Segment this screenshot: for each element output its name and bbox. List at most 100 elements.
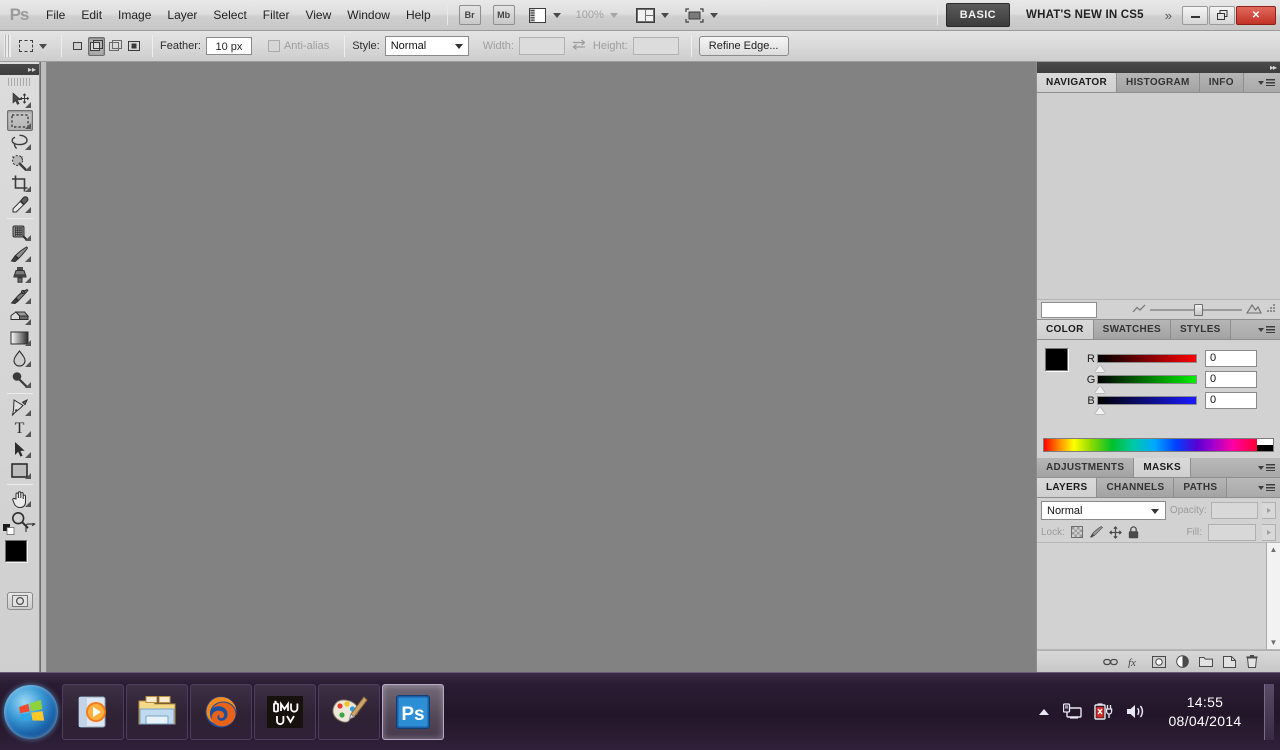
eraser-tool[interactable] [7,306,33,327]
screen-mode-icon[interactable] [684,5,706,25]
screen-mode-chevron-down-icon[interactable] [709,12,718,18]
menu-view[interactable]: View [297,4,339,26]
quick-mask-icon[interactable] [6,592,33,610]
tools-panel-drag-handle[interactable] [7,78,32,86]
link-layers-icon[interactable] [1103,657,1118,667]
clone-stamp-tool[interactable] [7,264,33,285]
canvas-edge-scrollbar[interactable] [41,62,47,672]
color-spectrum-ramp[interactable] [1043,438,1274,452]
tab-histogram[interactable]: HISTOGRAM [1117,73,1200,92]
taskbar-item-imvu[interactable] [254,683,316,740]
zoom-out-icon[interactable] [1132,304,1146,316]
move-tool[interactable] [7,89,33,110]
close-button[interactable]: ✕ [1236,5,1276,25]
scroll-down-arrow-icon[interactable]: ▼ [1270,638,1278,647]
color-panel-menu-button[interactable] [1256,320,1280,339]
document-canvas-area[interactable] [40,62,1036,672]
lock-position-icon[interactable] [1109,525,1122,539]
lock-image-pixels-icon[interactable] [1089,526,1103,538]
layers-scrollbar[interactable]: ▲ ▼ [1266,543,1280,649]
dock-collapse-icon[interactable]: ▸▸ [1037,62,1280,73]
lock-all-icon[interactable] [1128,525,1139,539]
arrange-documents-icon[interactable] [635,5,657,25]
spot-healing-brush-tool[interactable] [7,222,33,243]
menu-edit[interactable]: Edit [73,4,110,26]
rectangle-tool[interactable] [7,460,33,481]
feather-input[interactable]: 10 px [205,37,252,55]
new-selection-mode[interactable] [69,37,86,56]
tool-preset-chevron-down-icon[interactable] [39,43,47,49]
green-slider[interactable] [1095,372,1197,393]
whats-new-button[interactable]: WHAT'S NEW IN CS5 [1014,9,1156,21]
layers-panel-menu-button[interactable] [1256,478,1280,497]
tab-navigator[interactable]: NAVIGATOR [1037,73,1118,92]
zoom-in-icon[interactable] [1246,303,1262,317]
width-input[interactable] [518,37,565,55]
tab-color[interactable]: COLOR [1037,320,1094,339]
dodge-tool[interactable] [7,369,33,390]
green-slider-thumb[interactable] [1095,385,1105,393]
navigator-zoom-input[interactable] [1041,301,1097,318]
view-extras-chevron-down-icon[interactable] [552,12,561,18]
show-hidden-icons-icon[interactable] [1037,707,1051,717]
opacity-input[interactable] [1210,501,1259,519]
tab-adjustments[interactable]: ADJUSTMENTS [1037,458,1135,477]
new-group-icon[interactable] [1199,656,1213,667]
taskbar-item-firefox[interactable] [190,683,252,740]
view-extras-icon[interactable] [527,5,549,25]
crop-tool[interactable] [7,173,33,194]
height-input[interactable] [632,37,679,55]
blue-value-input[interactable]: 0 [1205,392,1257,409]
gradient-tool[interactable] [7,327,33,348]
taskbar-clock[interactable]: 14:55 08/04/2014 [1158,693,1252,731]
swap-colors-icon[interactable] [24,521,37,537]
new-adjustment-layer-icon[interactable] [1176,655,1189,668]
blur-tool[interactable] [7,348,33,369]
refine-edge-button[interactable]: Refine Edge... [698,36,789,56]
menu-image[interactable]: Image [110,4,159,26]
green-value-input[interactable]: 0 [1205,371,1257,388]
rectangular-marquee-tool[interactable] [6,110,33,131]
workspace-basic-button[interactable]: BASIC [945,3,1011,27]
history-brush-tool[interactable] [7,285,33,306]
volume-icon[interactable] [1125,703,1146,720]
red-slider-thumb[interactable] [1095,364,1105,372]
red-slider[interactable] [1095,351,1197,372]
default-colors-icon[interactable] [2,524,14,535]
adjustments-panel-menu-button[interactable] [1256,458,1280,477]
foreground-color-swatch[interactable] [4,540,27,562]
network-icon[interactable] [1063,703,1082,720]
options-bar-grip[interactable] [4,35,11,57]
tab-channels[interactable]: CHANNELS [1097,478,1175,497]
navigator-zoom-slider[interactable] [1150,303,1242,317]
start-orb[interactable] [4,684,58,739]
blue-slider-thumb[interactable] [1095,406,1105,414]
lasso-tool[interactable] [7,131,33,152]
color-ramp-white-black[interactable] [1257,439,1273,451]
tools-panel-collapse-icon[interactable]: ▸▸ [0,64,39,75]
tab-swatches[interactable]: SWATCHES [1093,320,1171,339]
scroll-up-arrow-icon[interactable]: ▲ [1270,545,1278,554]
path-selection-tool[interactable] [7,439,33,460]
menu-help[interactable]: Help [398,4,439,26]
blend-mode-select[interactable]: Normal [1041,500,1166,520]
new-layer-icon[interactable] [1223,655,1236,668]
brush-tool[interactable] [7,243,33,264]
menu-window[interactable]: Window [339,4,398,26]
style-select[interactable]: Normal [384,36,469,56]
battery-error-icon[interactable] [1094,703,1113,720]
ramp-black-swatch[interactable] [1257,445,1273,451]
show-desktop-button[interactable] [1264,683,1274,740]
color-spectrum-gradient[interactable] [1044,439,1257,451]
pen-tool[interactable] [7,397,33,418]
fill-input[interactable] [1208,523,1256,541]
bridge-button[interactable]: Br [458,5,481,25]
taskbar-item-windows-explorer[interactable] [126,683,188,740]
menu-select[interactable]: Select [205,4,254,26]
tab-masks[interactable]: MASKS [1134,458,1191,477]
tool-preset-picker[interactable] [15,35,37,57]
lock-transparent-pixels-icon[interactable] [1070,526,1083,538]
eyedropper-tool[interactable] [7,194,33,215]
red-value-input[interactable]: 0 [1205,350,1257,367]
restore-button[interactable] [1209,5,1235,25]
